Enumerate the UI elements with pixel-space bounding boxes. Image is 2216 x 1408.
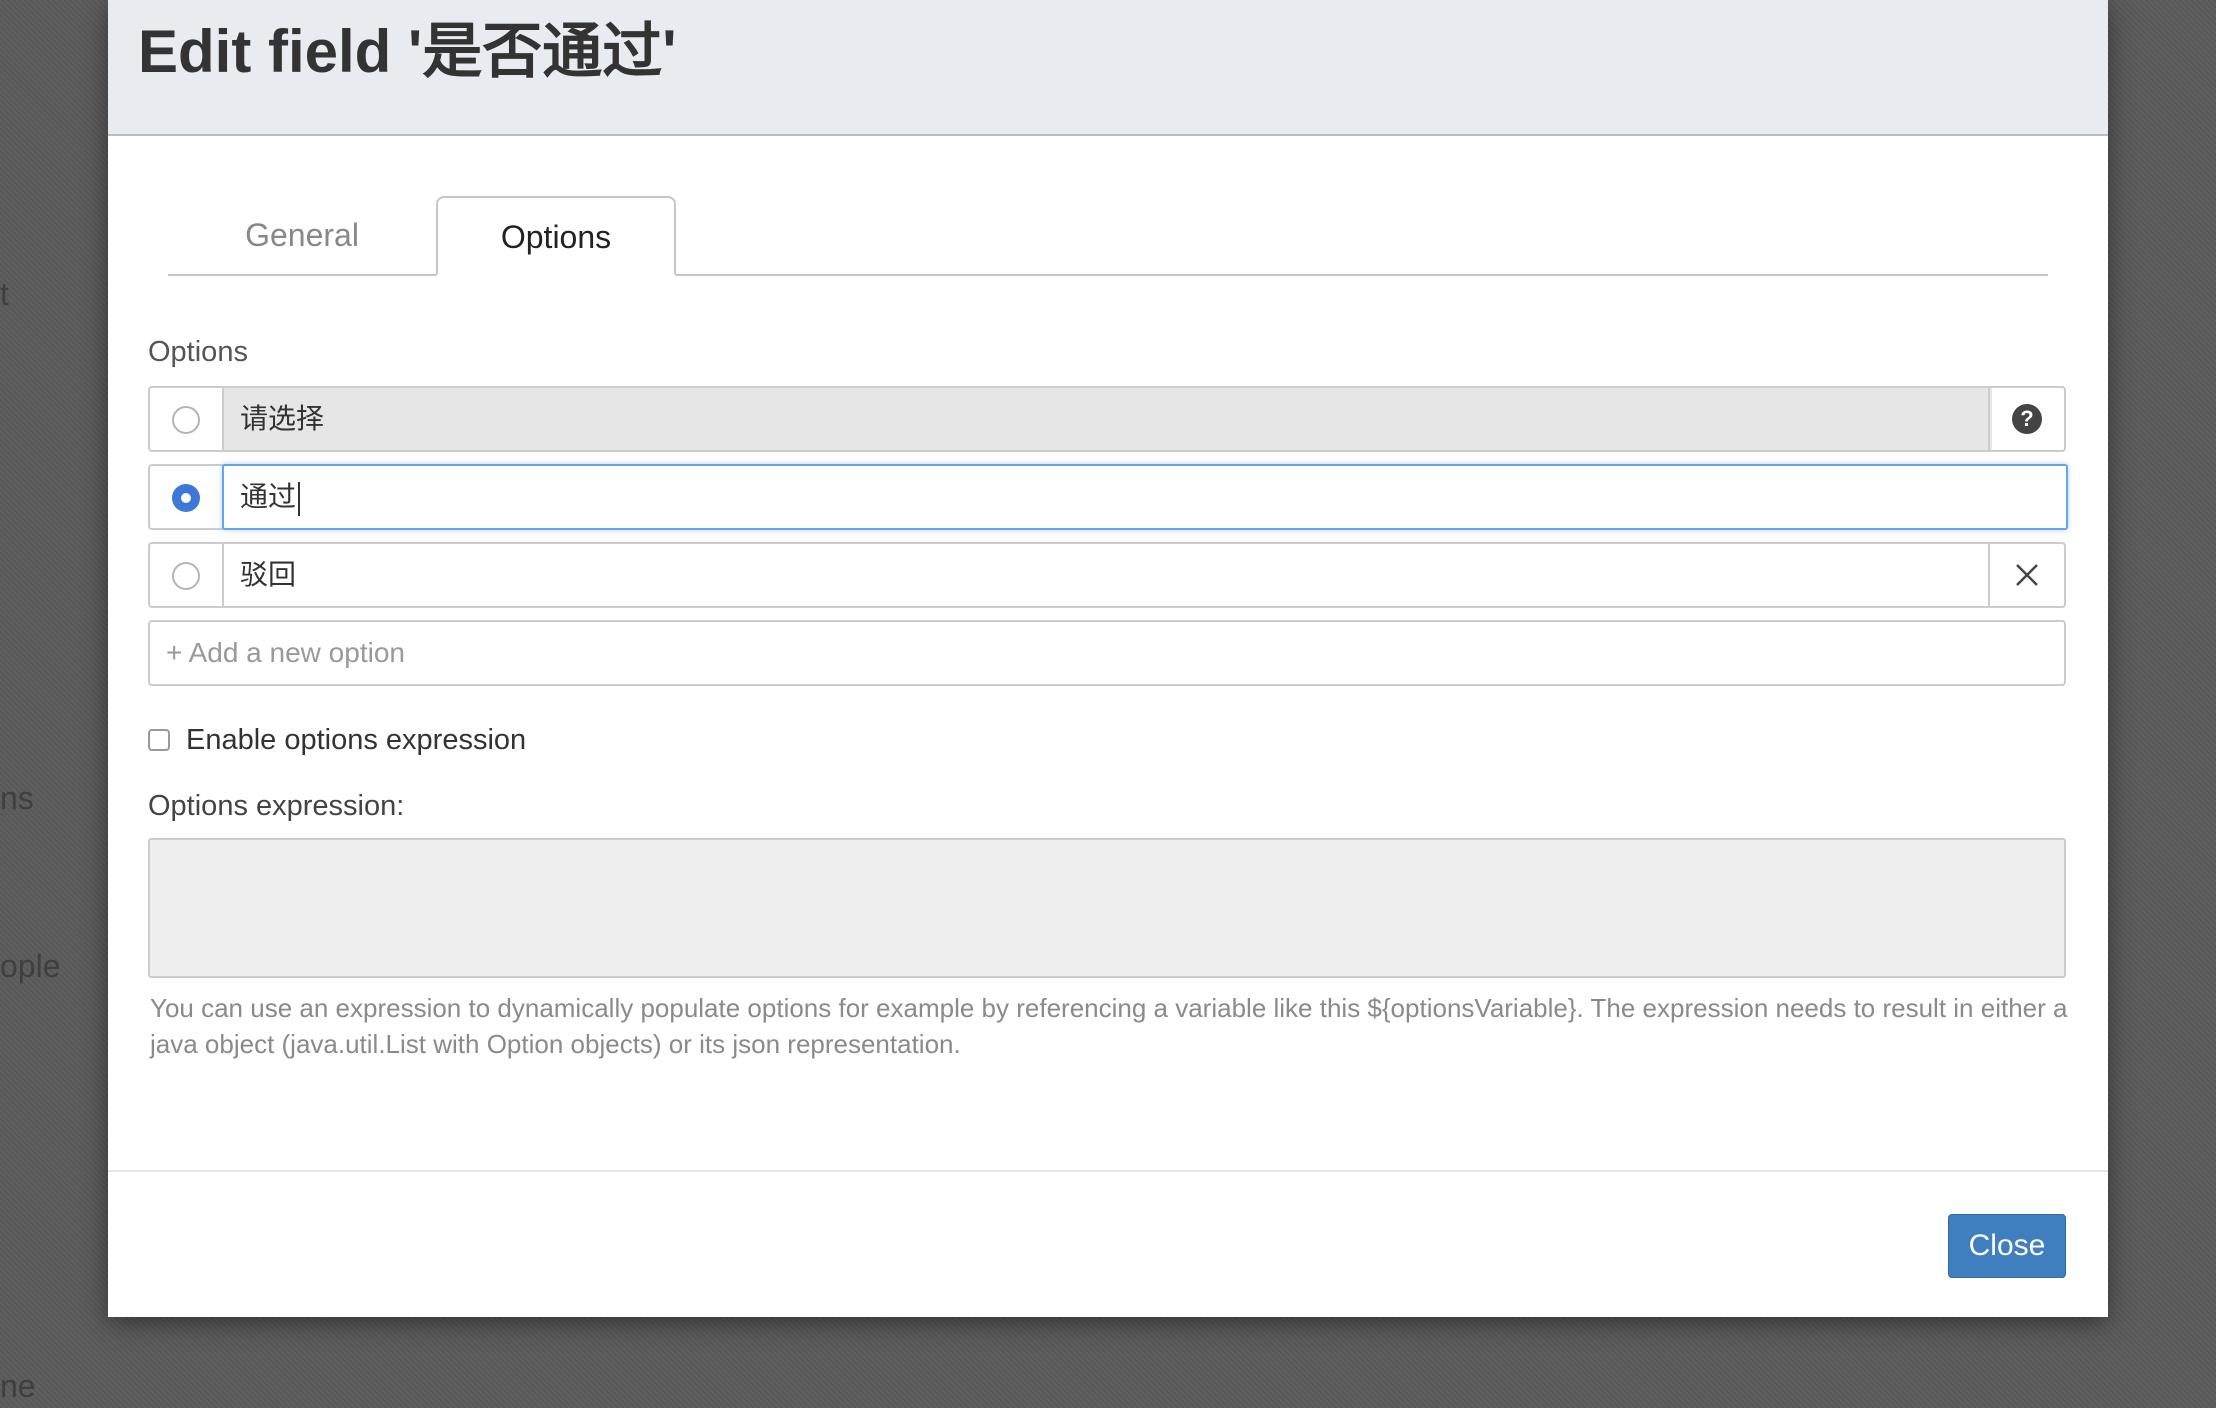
background-text-fragment: t [0,276,9,312]
option-row: 通过 [148,464,2068,530]
add-option-input[interactable]: + Add a new option [148,620,2066,686]
enable-expression-row: Enable options expression [148,720,526,760]
option-value-input[interactable]: 驳回 [224,544,1992,606]
option-radio-cell [150,466,224,528]
tab-bar: General Options [168,196,2048,276]
close-icon [2016,564,2038,586]
option-value-text: 通过 [240,481,297,512]
question-circle-icon: ? [2012,404,2042,434]
options-expression-label: Options expression: [148,790,405,822]
option-radio[interactable] [172,562,200,590]
option-row: 请选择 ? [148,386,2066,452]
options-expression-textarea[interactable] [148,838,2066,978]
background-text-fragment: ne [0,1368,36,1404]
tab-general[interactable]: General [168,196,436,274]
close-button[interactable]: Close [1948,1214,2066,1278]
option-help-addon[interactable]: ? [1988,388,2064,450]
background-text-fragment: ns [0,780,34,816]
option-radio[interactable] [172,406,200,434]
enable-expression-checkbox[interactable] [148,729,170,751]
option-row: 驳回 [148,542,2066,608]
dialog-title: Edit field '是否通过' [138,18,677,85]
option-radio-cell [150,388,224,450]
tab-options[interactable]: Options [436,196,676,276]
text-caret [298,481,301,516]
option-value-input[interactable]: 请选择 [224,388,1992,450]
option-value-input-focused[interactable]: 通过 [222,464,2068,530]
background-text-fragment: ople [0,948,61,984]
options-section-label: Options [148,336,248,368]
option-radio-selected[interactable] [172,484,200,512]
expression-help-text: You can use an expression to dynamically… [150,993,2068,1059]
remove-option-button[interactable] [1988,544,2064,606]
edit-field-dialog: Edit field '是否通过' General Options Option… [108,0,2108,1317]
enable-expression-label[interactable]: Enable options expression [186,724,526,757]
dialog-footer: Close [108,1170,2108,1317]
dialog-header: Edit field '是否通过' [108,0,2108,136]
option-radio-cell [150,544,224,606]
